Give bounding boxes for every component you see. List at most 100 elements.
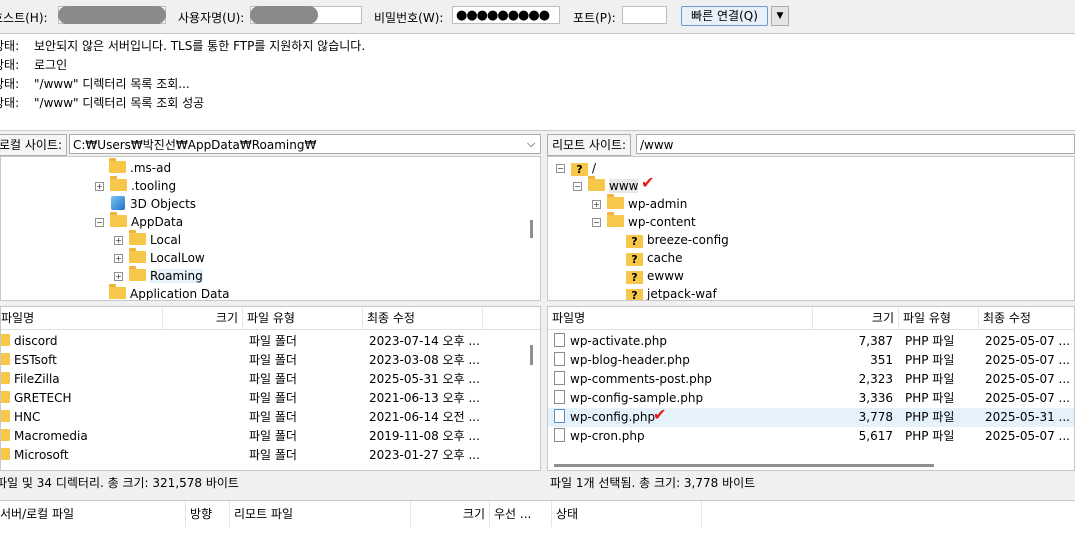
redacted-host <box>58 6 166 24</box>
remote-tree: −? / − www ✔ + wp-admin − wp-content ? breeze… <box>547 156 1075 301</box>
sort-arrow-icon: ^ <box>676 306 684 313</box>
tree-node-tooling[interactable]: + .tooling <box>95 176 176 195</box>
table-row[interactable]: wp-comments-post.php 2,323 PHP 파일 2025-05-0… <box>548 370 1074 389</box>
host-label: 호스트(H): <box>0 11 48 25</box>
column-header-size[interactable]: 크기 <box>163 307 243 329</box>
column-header-size[interactable]: 크기 <box>411 501 490 527</box>
file-icon <box>554 428 565 442</box>
quickconnect-button[interactable]: 빠른 연결(Q) <box>681 6 768 26</box>
column-header-priority[interactable]: 우선 ... <box>490 501 552 527</box>
folder-icon <box>110 212 127 227</box>
table-row[interactable]: HNC 파일 폴더 2021-06-14 오전 ... <box>1 408 540 427</box>
unknown-folder-icon: ? <box>571 163 588 176</box>
column-header-remote-file[interactable]: 리모트 파일 <box>230 501 411 527</box>
table-row[interactable]: ESTsoft 파일 폴더 2023-03-08 오후 ... <box>1 351 540 370</box>
table-row[interactable]: wp-cron.php 5,617 PHP 파일 2025-05-07 ... <box>548 427 1074 446</box>
tree-node-wp-admin[interactable]: + wp-admin <box>592 194 687 213</box>
local-status: 파일 및 34 디렉터리. 총 크기: 321,578 바이트 <box>0 476 239 490</box>
table-row[interactable]: FileZilla 파일 폴더 2025-05-31 오후 ... <box>1 370 540 389</box>
tree-node-jetpack-waf[interactable]: ? jetpack-waf <box>626 285 717 300</box>
table-row[interactable]: GRETECH 파일 폴더 2021-06-13 오후 ... <box>1 389 540 408</box>
redacted-user <box>250 6 318 24</box>
collapse-icon[interactable]: − <box>556 164 565 173</box>
expand-icon[interactable]: + <box>592 200 601 209</box>
column-header-type[interactable]: 파일 유형 <box>243 307 363 329</box>
collapse-icon[interactable]: − <box>95 218 104 227</box>
table-row[interactable]: wp-blog-header.php 351 PHP 파일 2025-05-07 ..… <box>548 351 1074 370</box>
folder-icon <box>607 194 624 209</box>
user-label: 사용자명(U): <box>178 11 245 25</box>
message-log: 상태:보안되지 않은 서버입니다. TLS를 통한 FTP를 지원하지 않습니다… <box>0 33 1075 131</box>
expand-icon[interactable]: + <box>114 236 123 245</box>
column-header-modified[interactable]: 최종 수정 <box>979 307 1074 329</box>
folder-icon <box>129 266 146 281</box>
column-header-size[interactable]: 크기 <box>813 307 899 329</box>
chevron-down-icon[interactable]: ▼ <box>771 6 789 26</box>
quickconnect-bar: 호스트(H): 사용자명(U): 비밀번호(W): 포트(P): 빠른 연결(Q… <box>0 0 1075 33</box>
unknown-folder-icon: ? <box>626 235 643 248</box>
column-header-name[interactable]: 파일명 <box>1 307 163 329</box>
folder-icon <box>109 284 126 299</box>
expand-icon[interactable]: + <box>95 182 104 191</box>
scrollbar-thumb[interactable] <box>554 464 934 467</box>
column-header-type[interactable]: 파일 유형 <box>899 307 979 329</box>
tree-node-local[interactable]: + Local <box>114 230 181 249</box>
tree-node-locallow[interactable]: + LocalLow <box>114 248 205 267</box>
tree-node-appdata[interactable]: − AppData <box>95 212 183 231</box>
table-row[interactable]: wp-config-sample.php 3,336 PHP 파일 2025-05-0… <box>548 389 1074 408</box>
tree-node-ms-ad[interactable]: .ms-ad <box>109 158 171 177</box>
table-row[interactable]: Macromedia 파일 폴더 2019-11-08 오후 ... <box>1 427 540 446</box>
scrollbar-thumb[interactable] <box>530 345 533 365</box>
file-icon <box>554 390 565 404</box>
table-row[interactable]: wp-activate.php 7,387 PHP 파일 2025-05-07 ... <box>548 332 1074 351</box>
remote-site-bar: 리모트 사이트: /www <box>547 134 1075 156</box>
password-input[interactable] <box>452 6 560 24</box>
sort-arrow-icon: ^ <box>73 306 81 313</box>
collapse-icon[interactable]: − <box>573 182 582 191</box>
folder-icon <box>129 230 146 245</box>
unknown-folder-icon: ? <box>626 253 643 266</box>
transfer-queue: 서버/로컬 파일 방향 리모트 파일 크기 우선 ... 상태 <box>0 500 1075 558</box>
column-header-server-local-file[interactable]: 서버/로컬 파일 <box>0 501 186 527</box>
column-header-status[interactable]: 상태 <box>552 501 702 527</box>
table-row-selected[interactable]: wp-config.php 3,778 PHP 파일 2025-05-31 ... <box>548 408 1074 427</box>
port-input[interactable] <box>622 6 667 24</box>
unknown-folder-icon: ? <box>626 289 643 300</box>
local-site-bar: 로컬 사이트: C:₩Users₩박진선₩AppData₩Roaming₩ ⌵ <box>0 134 541 156</box>
remote-status: 파일 1개 선택됨. 총 크기: 3,778 바이트 <box>550 476 756 490</box>
local-path-input[interactable]: C:₩Users₩박진선₩AppData₩Roaming₩ <box>69 134 541 154</box>
table-row[interactable]: discord 파일 폴더 2023-07-14 오후 ... <box>1 332 540 351</box>
unknown-folder-icon: ? <box>626 271 643 284</box>
local-tree: .ms-ad + .tooling 3D Objects − AppData + Lo… <box>0 156 541 301</box>
password-label: 비밀번호(W): <box>374 11 444 25</box>
folder-icon <box>1 353 10 365</box>
tree-node-breeze-config[interactable]: ? breeze-config <box>626 231 729 249</box>
remote-site-label: 리모트 사이트: <box>547 134 632 156</box>
folder-icon <box>1 334 10 346</box>
remote-path-input[interactable]: /www <box>636 134 1075 154</box>
scrollbar-thumb[interactable] <box>530 220 533 238</box>
expand-icon[interactable]: + <box>114 272 123 281</box>
horizontal-scrollbar[interactable] <box>548 461 1074 470</box>
folder-icon <box>110 176 127 191</box>
tree-node-wp-content[interactable]: − wp-content <box>592 212 696 231</box>
tree-node-cache[interactable]: ? cache <box>626 249 683 267</box>
tree-node-roaming[interactable]: + Roaming <box>114 266 203 285</box>
expand-icon[interactable]: + <box>114 254 123 263</box>
remote-file-list: 파일명 크기 파일 유형 최종 수정 ^ wp-activate.php 7,38… <box>547 306 1075 471</box>
tree-node-application-data[interactable]: Application Data <box>109 284 230 300</box>
tree-node-ewww[interactable]: ? ewww <box>626 267 684 285</box>
tree-node-root[interactable]: −? / <box>556 159 596 177</box>
local-file-list: 파일명 크기 파일 유형 최종 수정 ^ discord 파일 폴더 2023-07… <box>0 306 541 471</box>
collapse-icon[interactable]: − <box>592 218 601 227</box>
folder-icon <box>1 410 10 422</box>
column-header-modified[interactable]: 최종 수정 <box>363 307 483 329</box>
column-header-direction[interactable]: 방향 <box>186 501 230 527</box>
chevron-down-icon[interactable]: ⌵ <box>527 137 535 151</box>
tree-node-www[interactable]: − www <box>573 176 639 195</box>
tree-node-3d-objects[interactable]: 3D Objects <box>109 195 196 213</box>
table-row[interactable]: Microsoft 파일 폴더 2023-01-27 오후 ... <box>1 446 540 465</box>
folder-icon <box>1 429 10 441</box>
red-check-annotation: ✔ <box>653 405 667 424</box>
folder-icon <box>1 391 10 403</box>
